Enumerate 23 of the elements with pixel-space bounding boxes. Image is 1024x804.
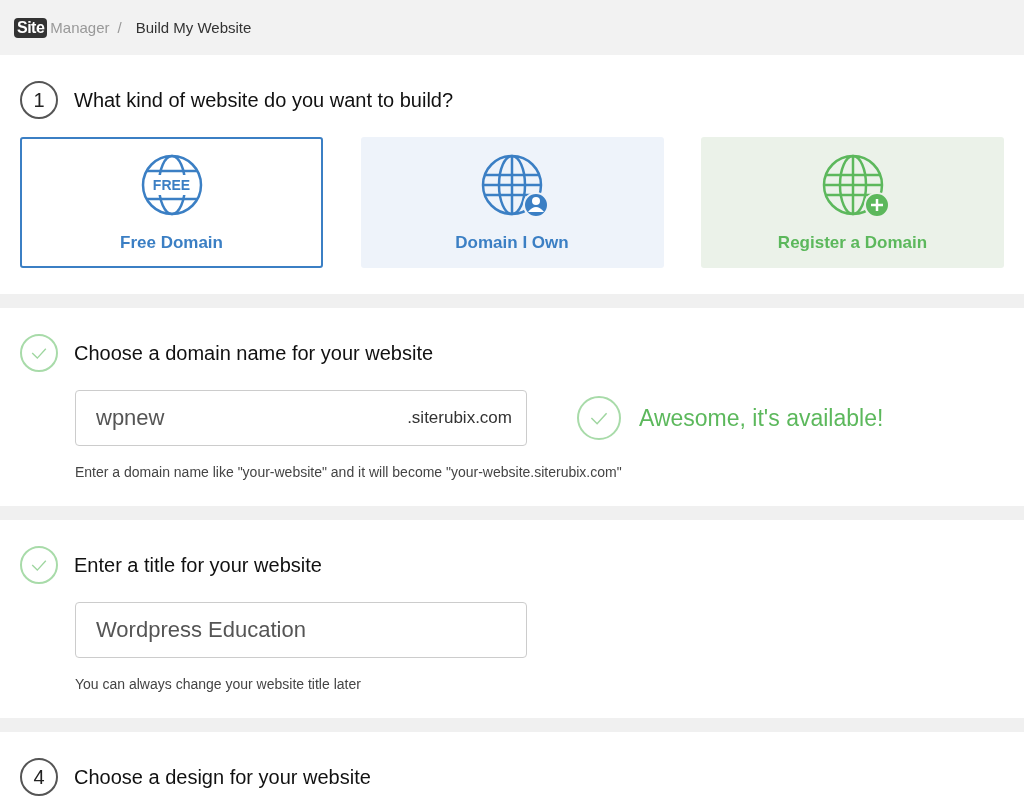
check-circle-icon — [577, 396, 621, 440]
input-field[interactable]: wpnew — [96, 405, 408, 431]
breadcrumb-current: Build My Website — [135, 19, 252, 36]
step-title: Choose a design for your website — [74, 765, 371, 789]
text-field[interactable]: Wordpress Education — [75, 602, 527, 658]
step-title: Choose a domain name for your website — [74, 341, 434, 365]
availability-message: Awesome, it's available! — [639, 404, 884, 432]
logo-badge[interactable]: Site — [14, 17, 48, 38]
check-circle-icon — [20, 546, 58, 584]
text-field[interactable]: wpnew .siterubix.com — [75, 390, 527, 446]
help-text: Enter a domain name like "your-website" and it will become "your-website.siterubix.com" — [75, 464, 623, 480]
input-field[interactable]: Wordpress Education — [96, 617, 512, 643]
icon-label: FREE — [151, 176, 192, 193]
step-number: 1 — [20, 81, 58, 119]
step-title: Enter a title for your website — [74, 553, 322, 577]
help-text: You can always change your website title later — [75, 676, 362, 692]
step-title: What kind of website do you want to build? — [74, 88, 454, 112]
domain-option-card[interactable]: Domain I Own — [360, 137, 664, 268]
domain-suffix: .siterubix.com — [407, 408, 512, 428]
breadcrumb-separator: / — [117, 19, 122, 36]
check-circle-icon — [20, 334, 58, 372]
domain-option-card[interactable]: FREE Free Domain — [20, 137, 323, 268]
step-number: 4 — [20, 758, 58, 796]
